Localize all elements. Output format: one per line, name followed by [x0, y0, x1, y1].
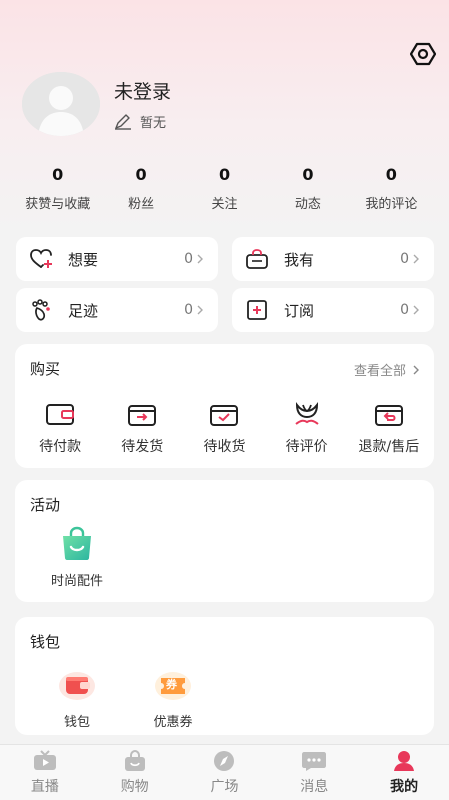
stat-label: 我的评论: [365, 197, 418, 212]
order-pending-ship[interactable]: 待发货: [102, 398, 182, 456]
settings-hex-icon: [410, 42, 436, 66]
stat-posts[interactable]: 0 动态: [266, 165, 349, 212]
activity-section: 活动 时尚配件: [15, 480, 434, 602]
settings-button[interactable]: [409, 40, 437, 68]
card-count: 0: [400, 302, 409, 318]
stat-value: 0: [135, 165, 147, 184]
stat-value: 0: [218, 165, 231, 184]
chevron-right-icon: [412, 304, 422, 316]
order-label: 待发货: [121, 439, 164, 455]
bio-row[interactable]: 暂无: [114, 112, 166, 131]
stat-likes[interactable]: 0 获赞与收藏: [16, 165, 99, 212]
tile-label: 钱包: [63, 715, 90, 730]
refund-box-icon: [373, 398, 405, 430]
ship-box-icon: [126, 398, 158, 430]
stat-value: 0: [52, 165, 64, 184]
view-all-label: 查看全部: [353, 364, 406, 379]
flower-rate-icon: [291, 398, 323, 430]
shopping-icon: [122, 749, 148, 772]
stats-row: 0 获赞与收藏 0 粉丝 0 关注 0 动态 0 我的评论: [16, 165, 433, 212]
stat-label: 关注: [211, 197, 238, 212]
card-label: 足迹: [68, 301, 99, 320]
order-pending-receive[interactable]: 待收货: [184, 398, 264, 456]
footprint-icon: [28, 297, 54, 323]
footprint-card[interactable]: 足迹 0: [16, 288, 218, 332]
view-all-link[interactable]: 查看全部: [354, 360, 420, 379]
tv-icon: [32, 749, 58, 772]
basket-icon: [244, 246, 270, 272]
order-label: 退款/售后: [358, 439, 420, 455]
subscribe-card[interactable]: 订阅 0: [232, 288, 434, 332]
tab-shopping[interactable]: 购物: [90, 745, 180, 800]
bio-text: 暂无: [140, 116, 167, 131]
wallet-section: 钱包 钱包 券 优惠券: [15, 617, 434, 735]
profile-icon: [391, 750, 417, 772]
tab-label: 直播: [30, 778, 59, 795]
card-count: 0: [184, 302, 193, 318]
wallet-tile[interactable]: 钱包: [37, 665, 117, 730]
want-card[interactable]: 想要 0: [16, 237, 218, 281]
chevron-right-icon: [196, 253, 206, 265]
subscribe-icon: [244, 297, 270, 323]
username[interactable]: 未登录: [114, 77, 171, 104]
tab-live[interactable]: 直播: [0, 745, 90, 800]
stat-fans[interactable]: 0 粉丝: [99, 165, 182, 212]
card-count: 0: [184, 251, 193, 267]
order-label: 待评价: [285, 439, 328, 455]
section-title: 活动: [30, 496, 61, 514]
shopping-bag-icon: [57, 524, 97, 564]
receive-box-icon: [208, 398, 240, 430]
order-pending-review[interactable]: 待评价: [267, 398, 347, 456]
wallet-red-icon: [57, 665, 97, 705]
card-label: 订阅: [284, 301, 315, 320]
purchase-section: 购买 查看全部 待付款 待发货 待收货 待评价 退款/售后: [15, 344, 434, 468]
tab-messages[interactable]: 消息: [269, 745, 359, 800]
order-refund[interactable]: 退款/售后: [349, 398, 429, 456]
coupon-icon: 券: [153, 665, 193, 705]
section-title: 钱包: [30, 633, 61, 651]
avatar[interactable]: [22, 72, 100, 136]
chevron-right-icon: [412, 253, 422, 265]
order-label: 待收货: [203, 439, 246, 455]
stat-label: 粉丝: [128, 197, 155, 212]
heart-plus-icon: [28, 246, 54, 272]
bottom-tab-bar: 直播 购物 广场 消息 我的: [0, 744, 449, 800]
default-avatar-icon: [22, 72, 100, 136]
tab-mine[interactable]: 我的: [359, 745, 449, 800]
card-count: 0: [400, 251, 409, 267]
have-card[interactable]: 我有 0: [232, 237, 434, 281]
section-title: 购买: [30, 360, 61, 378]
edit-pen-icon: [115, 113, 131, 130]
tab-label: 购物: [120, 778, 149, 795]
wallet-icon: [44, 398, 76, 430]
coupon-tile[interactable]: 券 优惠券: [133, 665, 213, 730]
message-icon: [301, 750, 327, 772]
tab-label: 消息: [300, 778, 329, 795]
card-label: 想要: [68, 250, 99, 269]
chevron-right-icon: [413, 365, 419, 374]
chevron-right-icon: [196, 304, 206, 316]
order-status-row: 待付款 待发货 待收货 待评价 退款/售后: [15, 398, 434, 456]
stat-label: 获赞与收藏: [25, 197, 91, 212]
coupon-badge: 券: [166, 678, 177, 691]
stat-label: 动态: [294, 197, 321, 212]
tab-label: 广场: [210, 778, 239, 795]
stat-following[interactable]: 0 关注: [183, 165, 266, 212]
tile-label: 时尚配件: [50, 574, 103, 589]
card-label: 我有: [284, 250, 315, 269]
tab-square[interactable]: 广场: [180, 745, 270, 800]
stat-comments[interactable]: 0 我的评论: [350, 165, 433, 212]
order-pending-payment[interactable]: 待付款: [20, 398, 100, 456]
stat-value: 0: [302, 165, 314, 184]
compass-icon: [211, 750, 237, 772]
order-label: 待付款: [39, 439, 82, 455]
tab-label: 我的: [390, 778, 419, 795]
activity-fashion-accessories[interactable]: 时尚配件: [37, 524, 117, 589]
tile-label: 优惠券: [153, 715, 193, 730]
stat-value: 0: [385, 165, 397, 184]
